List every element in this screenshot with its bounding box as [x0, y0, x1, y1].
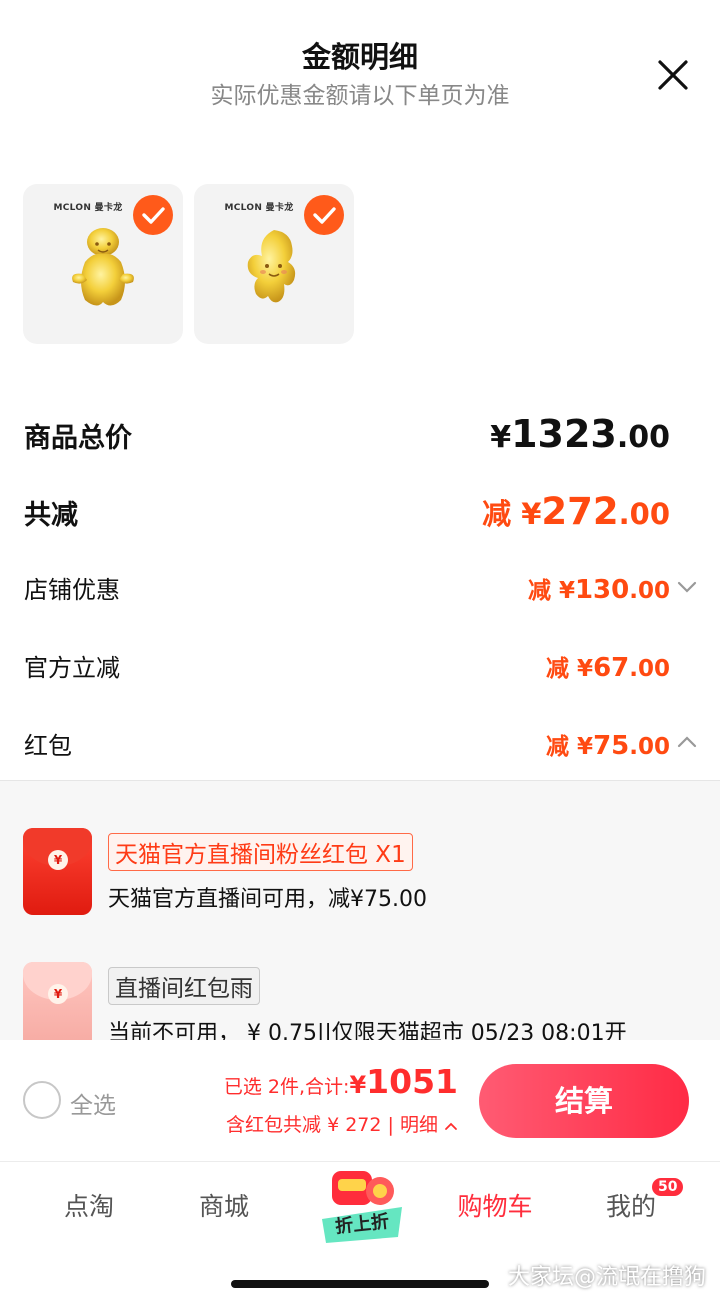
- message-count-badge: 50: [650, 1176, 686, 1198]
- total-price-amount: ¥1323.00: [490, 412, 670, 456]
- tab-mall[interactable]: 商城: [164, 1187, 284, 1223]
- detail-link[interactable]: 含红包共减 ¥ 272 | 明细: [226, 1110, 458, 1137]
- product-selected-check[interactable]: [133, 195, 173, 235]
- red-packet-tag-disabled: 直播间红包雨: [108, 967, 260, 1005]
- page-subtitle: 实际优惠金额请以下单页为准: [210, 83, 510, 109]
- total-reduce-row: 共减 减 ¥272.00: [24, 490, 670, 533]
- chevron-up-icon: [445, 1122, 457, 1130]
- chevron-up-icon[interactable]: [676, 735, 698, 749]
- store-discount-row[interactable]: 店铺优惠 减 ¥130.00: [24, 570, 670, 605]
- gold-charm-image: [247, 230, 296, 303]
- checkout-bar: 全选 已选 2件,合计:¥1051 含红包共减 ¥ 272 | 明细 结算: [0, 1040, 720, 1162]
- selected-summary: 已选 2件,合计:¥1051: [223, 1062, 458, 1101]
- red-packet-label: 红包: [24, 732, 72, 760]
- red-packet-icon-disabled: ¥: [23, 962, 92, 1040]
- store-discount-label: 店铺优惠: [24, 576, 120, 604]
- gold-charm-image: [72, 228, 134, 306]
- select-all-radio[interactable]: [23, 1081, 61, 1119]
- select-all-label[interactable]: 全选: [70, 1086, 116, 1120]
- page-title: 金额明细: [301, 40, 418, 74]
- red-packet-icon: ¥: [23, 828, 92, 915]
- checkmark-icon: [313, 207, 336, 224]
- red-packet-list: ¥ 天猫官方直播间粉丝红包 X1 天猫官方直播间可用，减¥75.00 ¥ 直播间…: [0, 780, 720, 1040]
- product-selected-check[interactable]: [304, 195, 344, 235]
- tab-cart[interactable]: 购物车: [435, 1187, 555, 1223]
- red-packet-desc-disabled: 当前不可用， ¥ 0.75||仅限天猫超市 05/23 08:01开: [108, 1021, 627, 1040]
- red-packet-row[interactable]: 红包 减 ¥75.00: [24, 726, 670, 761]
- red-packet-desc: 天猫官方直播间可用，减¥75.00: [108, 887, 427, 912]
- close-button[interactable]: [654, 56, 692, 94]
- close-icon: [658, 60, 688, 90]
- total-reduce-amount: 减 ¥272.00: [482, 490, 670, 533]
- watermark: 大家坛@流氓在撸狗: [507, 1265, 706, 1290]
- product-thumbnail-2[interactable]: MCLON 曼卡龙: [194, 184, 354, 344]
- total-price-label: 商品总价: [24, 423, 132, 454]
- chevron-down-icon[interactable]: [676, 580, 698, 594]
- checkmark-icon: [142, 207, 165, 224]
- official-discount-amount: 减 ¥67.00: [546, 653, 670, 683]
- tab-diantao[interactable]: 点淘: [29, 1187, 149, 1223]
- home-indicator[interactable]: [231, 1280, 489, 1288]
- store-discount-amount: 减 ¥130.00: [527, 575, 670, 605]
- red-packet-tag: 天猫官方直播间粉丝红包 X1: [108, 833, 413, 871]
- product-thumbnail-1[interactable]: MCLON 曼卡龙: [23, 184, 183, 344]
- red-packet-amount: 减 ¥75.00: [546, 731, 670, 761]
- official-discount-row: 官方立减 减 ¥67.00: [24, 648, 670, 683]
- checkout-button[interactable]: 结算: [479, 1064, 689, 1138]
- total-price-row: 商品总价 ¥1323.00: [24, 412, 670, 456]
- product-thumbnails: MCLON 曼卡龙 MCLON 曼卡龙: [23, 184, 354, 344]
- total-reduce-label: 共减: [24, 500, 78, 531]
- official-discount-label: 官方立减: [24, 654, 120, 682]
